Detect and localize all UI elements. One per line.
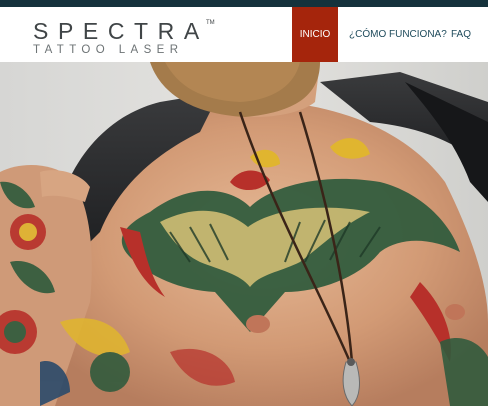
brand-logo[interactable]: SPECTRA TM TATTOO LASER (33, 20, 223, 58)
header-navbar: SPECTRA TM TATTOO LASER INICIO ¿CÓMO FUN… (0, 7, 488, 62)
top-accent-strip (0, 0, 488, 7)
trademark-mark: TM (206, 20, 215, 26)
hero-image (0, 62, 488, 406)
hero-banner (0, 62, 488, 406)
brand-tagline: TATTOO LASER (33, 44, 184, 56)
nav-item-como-funciona[interactable]: ¿CÓMO FUNCIONA? (349, 7, 447, 62)
nav-item-inicio[interactable]: INICIO (292, 7, 338, 62)
nav-item-faq[interactable]: FAQ (451, 7, 475, 62)
brand-name: SPECTRA (33, 18, 209, 44)
